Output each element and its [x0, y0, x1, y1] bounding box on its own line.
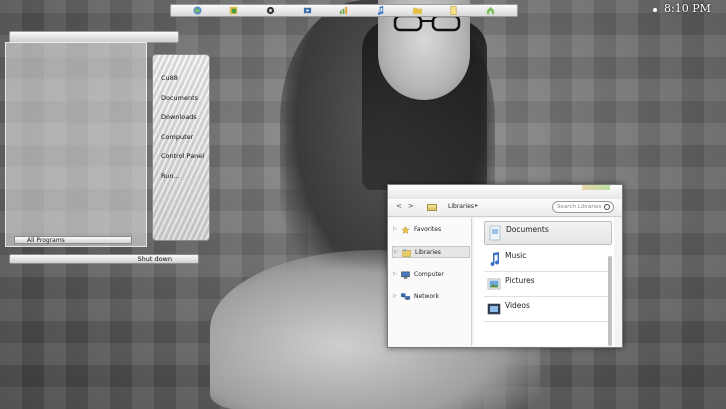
- all-programs-button[interactable]: All Programs: [14, 236, 132, 244]
- expand-arrow-icon[interactable]: ▷: [393, 291, 397, 302]
- start-item-computer[interactable]: Computer: [153, 132, 209, 152]
- nav-label-computer: Computer: [414, 271, 444, 278]
- shutdown-button[interactable]: Shut down: [9, 254, 199, 264]
- library-item-videos[interactable]: Videos: [484, 298, 612, 322]
- search-input[interactable]: Search Libraries: [552, 201, 614, 213]
- music-note-icon: [490, 252, 500, 266]
- music-icon[interactable]: [376, 6, 385, 15]
- network-icon: [401, 293, 410, 300]
- nav-item-favorites[interactable]: ▷ Favorites: [392, 224, 470, 236]
- library-item-music[interactable]: Music: [484, 248, 612, 272]
- library-label-pictures: Pictures: [505, 276, 535, 285]
- nav-label-libraries: Libraries: [415, 249, 441, 256]
- search-icon: [604, 204, 610, 210]
- start-item-control-panel[interactable]: Control Panel: [153, 151, 209, 171]
- back-button[interactable]: <: [396, 202, 402, 210]
- expand-arrow-icon[interactable]: ▷: [393, 224, 397, 235]
- computer-icon: [401, 271, 410, 279]
- navigation-pane: ▷ Favorites ▷ Libraries ▷ Computer ▷ Net…: [388, 218, 472, 346]
- libraries-content-pane: Documents Music Pictures Videos: [474, 218, 614, 346]
- videos-icon: [487, 303, 501, 315]
- expand-arrow-icon[interactable]: ▷: [394, 247, 398, 258]
- content-scrollbar[interactable]: [608, 256, 612, 346]
- library-label-music: Music: [505, 251, 527, 260]
- library-item-documents[interactable]: Documents: [484, 221, 612, 245]
- media-icon[interactable]: [303, 6, 312, 15]
- folder-icon[interactable]: [412, 6, 422, 15]
- documents-icon: [489, 225, 501, 241]
- library-label-documents: Documents: [506, 225, 549, 234]
- scrollbar-thumb[interactable]: [608, 256, 612, 346]
- window-title-bar[interactable]: [388, 185, 622, 199]
- paint-icon[interactable]: [229, 6, 238, 15]
- breadcrumb[interactable]: Libraries: [448, 203, 474, 210]
- libraries-crumb-icon: [427, 204, 437, 211]
- start-item-documents[interactable]: Documents: [153, 93, 209, 113]
- forward-button[interactable]: >: [408, 202, 414, 210]
- taskbar-clock[interactable]: 8:10 PM: [664, 2, 711, 15]
- nav-label-network: Network: [414, 293, 440, 300]
- explorer-window: < > Libraries ▸ Search Libraries ▷ Favor…: [387, 184, 623, 348]
- nav-item-libraries[interactable]: ▷ Libraries: [392, 246, 470, 258]
- library-item-pictures[interactable]: Pictures: [484, 273, 612, 297]
- expand-arrow-icon[interactable]: ▷: [393, 269, 397, 280]
- library-label-videos: Videos: [505, 301, 530, 310]
- libraries-icon: [402, 249, 411, 257]
- top-dock: [170, 4, 518, 17]
- title-bar-accent: [582, 185, 610, 190]
- start-item-run[interactable]: Run...: [153, 171, 209, 191]
- chart-icon[interactable]: [339, 6, 348, 15]
- search-placeholder: Search Libraries: [557, 204, 602, 210]
- nav-label-favorites: Favorites: [414, 226, 442, 233]
- address-toolbar: < > Libraries ▸ Search Libraries: [388, 199, 622, 217]
- notes-icon[interactable]: [449, 6, 458, 15]
- globe-icon[interactable]: [193, 6, 202, 15]
- pictures-icon: [487, 278, 501, 290]
- start-item-user[interactable]: Cu88: [153, 73, 209, 93]
- start-menu-programs-pane: [5, 42, 147, 247]
- start-menu-places-pane: Cu88 Documents Downloads Computer Contro…: [152, 54, 210, 241]
- breadcrumb-arrow[interactable]: ▸: [475, 202, 478, 209]
- nav-item-network[interactable]: ▷ Network: [392, 291, 470, 303]
- clock-indicator-dot: [653, 8, 657, 12]
- star-icon: [401, 226, 410, 234]
- nav-item-computer[interactable]: ▷ Computer: [392, 269, 470, 281]
- start-item-downloads[interactable]: Downloads: [153, 112, 209, 132]
- home-icon[interactable]: [486, 6, 495, 15]
- settings-icon[interactable]: [266, 6, 275, 15]
